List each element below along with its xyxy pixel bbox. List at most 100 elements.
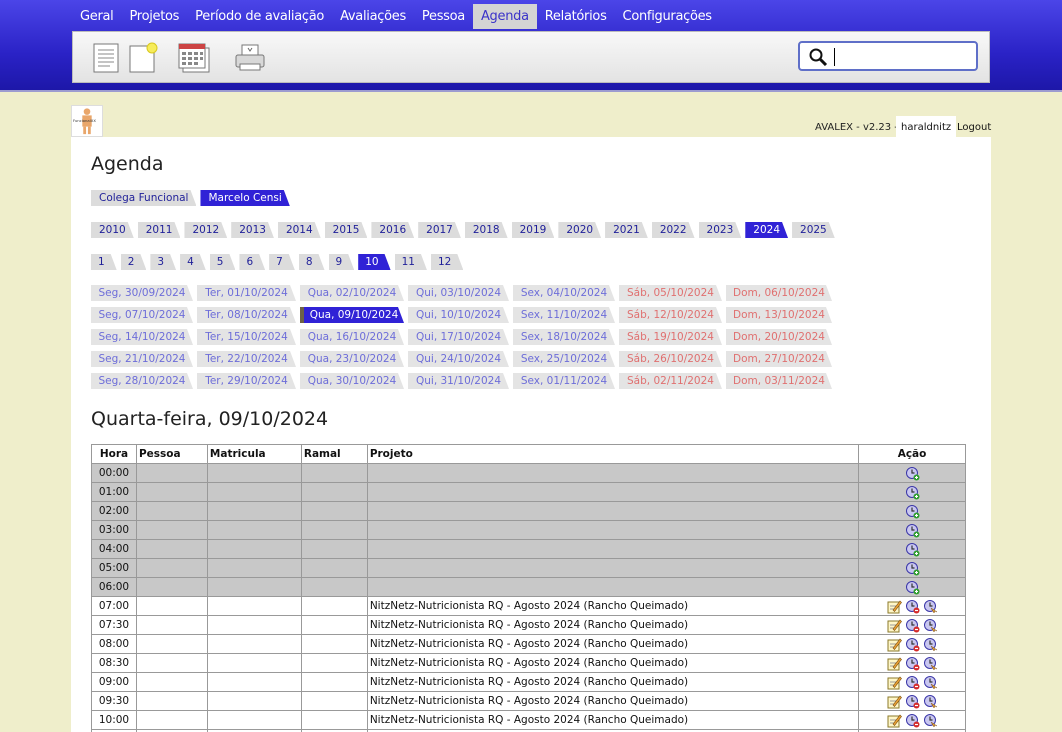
year-tab-2017[interactable]: 2017	[418, 222, 461, 238]
day-cell[interactable]: Sáb, 19/10/2024	[619, 329, 722, 345]
menu-item-avaliacoes[interactable]: Avaliações	[332, 4, 414, 29]
year-tab-2024[interactable]: 2024	[745, 222, 788, 238]
new-document-icon[interactable]	[126, 42, 160, 74]
schedule-details-icon[interactable]	[923, 656, 938, 671]
day-cell[interactable]: Qui, 17/10/2024	[408, 329, 509, 345]
add-schedule-icon[interactable]	[905, 485, 920, 500]
day-cell[interactable]: Sáb, 05/10/2024	[619, 285, 722, 301]
menu-item-projetos[interactable]: Projetos	[122, 4, 188, 29]
year-tab-2013[interactable]: 2013	[231, 222, 274, 238]
month-tab-8[interactable]: 8	[299, 254, 325, 270]
year-tab-2018[interactable]: 2018	[465, 222, 508, 238]
day-cell[interactable]: Sex, 04/10/2024	[513, 285, 615, 301]
day-cell[interactable]: Ter, 08/10/2024	[197, 307, 296, 323]
schedule-details-icon[interactable]	[923, 599, 938, 614]
year-tab-2010[interactable]: 2010	[91, 222, 134, 238]
search-input[interactable]	[834, 48, 970, 66]
add-schedule-icon[interactable]	[905, 466, 920, 481]
day-cell[interactable]: Seg, 21/10/2024	[91, 351, 193, 367]
edit-icon[interactable]	[887, 675, 902, 690]
day-cell[interactable]: Ter, 01/10/2024	[197, 285, 296, 301]
menu-item-pessoa[interactable]: Pessoa	[414, 4, 473, 29]
day-cell[interactable]: Ter, 29/10/2024	[197, 373, 296, 389]
remove-schedule-icon[interactable]	[905, 637, 920, 652]
month-tab-6[interactable]: 6	[239, 254, 265, 270]
day-cell[interactable]: Qua, 16/10/2024	[300, 329, 404, 345]
person-tab[interactable]: Colega Funcional	[91, 190, 196, 206]
day-cell[interactable]: Seg, 28/10/2024	[91, 373, 193, 389]
year-tab-2020[interactable]: 2020	[558, 222, 601, 238]
month-tab-2[interactable]: 2	[121, 254, 147, 270]
month-tab-3[interactable]: 3	[150, 254, 176, 270]
edit-icon[interactable]	[887, 599, 902, 614]
edit-icon[interactable]	[887, 618, 902, 633]
year-tab-2023[interactable]: 2023	[699, 222, 742, 238]
year-tab-2016[interactable]: 2016	[371, 222, 414, 238]
day-cell[interactable]: Dom, 27/10/2024	[726, 351, 832, 367]
day-cell[interactable]: Qui, 31/10/2024	[408, 373, 509, 389]
edit-icon[interactable]	[887, 694, 902, 709]
schedule-details-icon[interactable]	[923, 675, 938, 690]
edit-icon[interactable]	[887, 656, 902, 671]
day-cell[interactable]: Seg, 07/10/2024	[91, 307, 193, 323]
day-cell[interactable]: Sáb, 02/11/2024	[619, 373, 722, 389]
person-tab[interactable]: Marcelo Censi	[200, 190, 289, 206]
day-cell[interactable]: Sáb, 12/10/2024	[619, 307, 722, 323]
day-cell[interactable]: Qua, 23/10/2024	[300, 351, 404, 367]
day-cell[interactable]: Qui, 24/10/2024	[408, 351, 509, 367]
menu-item-periodo-de-avaliacao[interactable]: Período de avaliação	[187, 4, 332, 29]
day-cell[interactable]: Qua, 02/10/2024	[300, 285, 404, 301]
schedule-details-icon[interactable]	[923, 637, 938, 652]
calendar-icon[interactable]	[177, 42, 211, 74]
schedule-details-icon[interactable]	[923, 618, 938, 633]
month-tab-10[interactable]: 10	[358, 254, 390, 270]
day-cell[interactable]: Qui, 10/10/2024	[408, 307, 509, 323]
remove-schedule-icon[interactable]	[905, 694, 920, 709]
year-tab-2025[interactable]: 2025	[792, 222, 835, 238]
month-tab-12[interactable]: 12	[431, 254, 463, 270]
remove-schedule-icon[interactable]	[905, 713, 920, 728]
year-tab-2022[interactable]: 2022	[652, 222, 695, 238]
day-cell[interactable]: Ter, 15/10/2024	[197, 329, 296, 345]
menu-item-configuracoes[interactable]: Configurações	[615, 4, 720, 29]
day-cell[interactable]: Sex, 01/11/2024	[513, 373, 615, 389]
day-cell[interactable]: Sex, 11/10/2024	[513, 307, 615, 323]
day-cell[interactable]: Qua, 30/10/2024	[300, 373, 404, 389]
day-cell[interactable]: Dom, 20/10/2024	[726, 329, 832, 345]
month-tab-9[interactable]: 9	[329, 254, 355, 270]
month-tab-4[interactable]: 4	[180, 254, 206, 270]
year-tab-2014[interactable]: 2014	[278, 222, 321, 238]
edit-icon[interactable]	[887, 637, 902, 652]
logout-link[interactable]: Logout	[952, 116, 996, 137]
day-cell[interactable]: Sex, 25/10/2024	[513, 351, 615, 367]
year-tab-2019[interactable]: 2019	[512, 222, 555, 238]
month-tab-5[interactable]: 5	[210, 254, 236, 270]
day-cell[interactable]: Seg, 14/10/2024	[91, 329, 193, 345]
menu-item-relatorios[interactable]: Relatórios	[537, 4, 615, 29]
remove-schedule-icon[interactable]	[905, 656, 920, 671]
day-cell[interactable]: Qui, 03/10/2024	[408, 285, 509, 301]
day-cell[interactable]: Qua, 09/10/2024	[300, 307, 404, 323]
day-cell[interactable]: Ter, 22/10/2024	[197, 351, 296, 367]
year-tab-2015[interactable]: 2015	[325, 222, 368, 238]
add-schedule-icon[interactable]	[905, 580, 920, 595]
remove-schedule-icon[interactable]	[905, 675, 920, 690]
document-list-icon[interactable]	[90, 42, 124, 74]
day-cell[interactable]: Dom, 06/10/2024	[726, 285, 832, 301]
month-tab-11[interactable]: 11	[395, 254, 427, 270]
schedule-details-icon[interactable]	[923, 694, 938, 709]
printer-icon[interactable]	[233, 42, 267, 74]
year-tab-2012[interactable]: 2012	[184, 222, 227, 238]
schedule-details-icon[interactable]	[923, 713, 938, 728]
month-tab-1[interactable]: 1	[91, 254, 117, 270]
remove-schedule-icon[interactable]	[905, 599, 920, 614]
day-cell[interactable]: Sáb, 26/10/2024	[619, 351, 722, 367]
year-tab-2021[interactable]: 2021	[605, 222, 648, 238]
month-tab-7[interactable]: 7	[269, 254, 295, 270]
menu-item-geral[interactable]: Geral	[72, 4, 122, 29]
day-cell[interactable]: Dom, 03/11/2024	[726, 373, 832, 389]
add-schedule-icon[interactable]	[905, 542, 920, 557]
add-schedule-icon[interactable]	[905, 523, 920, 538]
day-cell[interactable]: Sex, 18/10/2024	[513, 329, 615, 345]
remove-schedule-icon[interactable]	[905, 618, 920, 633]
